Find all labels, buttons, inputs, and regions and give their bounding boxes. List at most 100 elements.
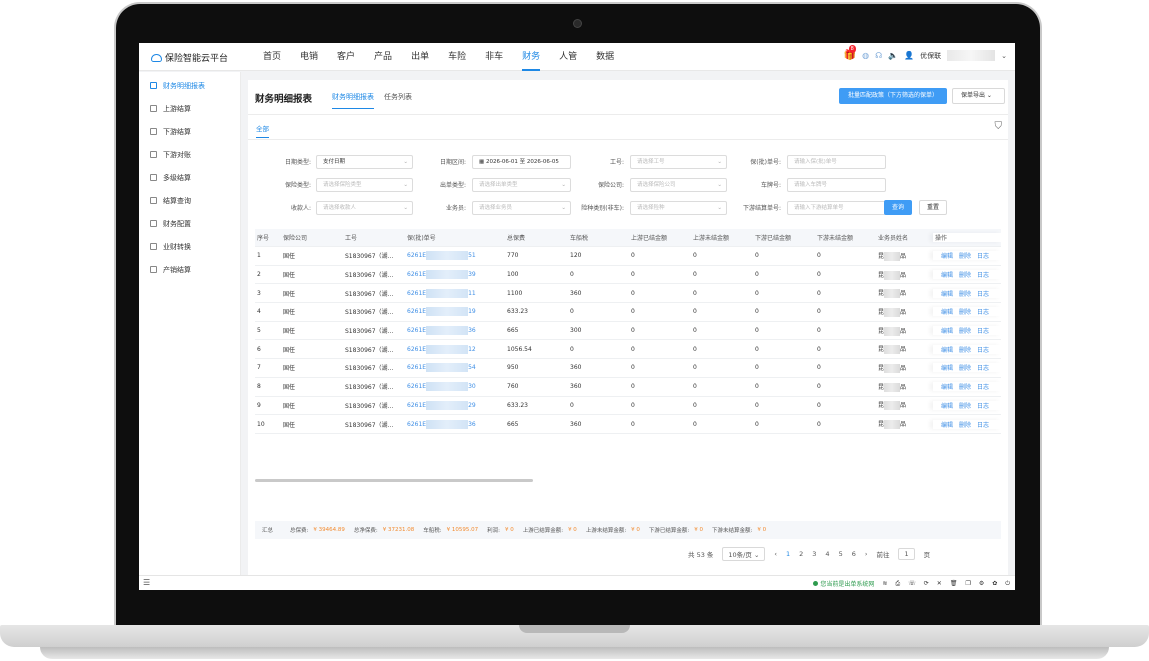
- delete-button[interactable]: 删除: [959, 328, 971, 335]
- page-number[interactable]: 3: [812, 550, 816, 558]
- edit-button[interactable]: 编辑: [941, 291, 953, 298]
- page-size-select[interactable]: 10条/页 ⌄: [722, 547, 766, 561]
- nav-item[interactable]: 财务: [522, 43, 541, 71]
- nav-item[interactable]: 数据: [596, 43, 614, 71]
- log-button[interactable]: 日志: [977, 384, 989, 391]
- globe-icon[interactable]: ◍: [862, 51, 869, 60]
- policy-prefix[interactable]: 6261E: [407, 308, 426, 315]
- ins-type-select[interactable]: 请选择保险类型 ⌄: [316, 178, 413, 192]
- sidebar-item[interactable]: 多级结算: [139, 166, 240, 189]
- headset-icon[interactable]: ☊: [875, 51, 882, 60]
- edit-button[interactable]: 编辑: [941, 328, 953, 335]
- sidebar-item[interactable]: 结算查询: [139, 189, 240, 212]
- policy-prefix[interactable]: 6261E: [407, 346, 426, 353]
- delete-button[interactable]: 删除: [959, 422, 971, 429]
- chevron-down-icon[interactable]: ⌄: [1001, 52, 1007, 60]
- policy-prefix[interactable]: 6261E: [407, 421, 426, 428]
- nav-item[interactable]: 车险: [448, 43, 466, 71]
- export-policy-button[interactable]: 保单导出 ⌄: [952, 88, 1005, 104]
- delete-button[interactable]: 删除: [959, 365, 971, 372]
- policy-suffix[interactable]: 12: [468, 346, 476, 353]
- log-button[interactable]: 日志: [977, 309, 989, 316]
- policy-input[interactable]: 请输入保(批)单号: [787, 155, 886, 169]
- edit-button[interactable]: 编辑: [941, 384, 953, 391]
- policy-suffix[interactable]: 30: [468, 383, 476, 390]
- company-select[interactable]: 请选择保险公司 ⌄: [630, 178, 727, 192]
- sidebar-item[interactable]: 下游结算: [139, 120, 240, 143]
- edit-button[interactable]: 编辑: [941, 253, 953, 260]
- refresh-icon[interactable]: ⟳: [924, 580, 929, 587]
- nav-item[interactable]: 人管: [559, 43, 577, 71]
- query-button[interactable]: 查询: [884, 200, 912, 215]
- policy-suffix[interactable]: 11: [468, 290, 476, 297]
- cell-policy[interactable]: 6261E 36: [405, 326, 505, 336]
- log-button[interactable]: 日志: [977, 328, 989, 335]
- batch-match-policy-button[interactable]: 批量匹配政策（下方筛选的保单）: [839, 88, 947, 104]
- log-button[interactable]: 日志: [977, 422, 989, 429]
- policy-suffix[interactable]: 29: [468, 402, 476, 409]
- brand[interactable]: 保险智能云平台: [151, 51, 228, 64]
- log-button[interactable]: 日志: [977, 291, 989, 298]
- log-button[interactable]: 日志: [977, 365, 989, 372]
- page-number[interactable]: 5: [839, 550, 843, 558]
- delete-button[interactable]: 删除: [959, 291, 971, 298]
- salesman-select[interactable]: 请选择业务员 ⌄: [472, 201, 571, 215]
- tab-finance-report[interactable]: 财务明细报表: [332, 92, 374, 109]
- sidebar-item[interactable]: 业财转换: [139, 235, 240, 258]
- payee-select[interactable]: 请选择收款人 ⌄: [316, 201, 413, 215]
- date-range-picker[interactable]: ▦ 2026-06-01 至 2026-06-05: [472, 155, 571, 169]
- nav-item[interactable]: 非车: [485, 43, 503, 71]
- nav-item[interactable]: 出单: [411, 43, 429, 71]
- close-icon[interactable]: ✕: [937, 580, 942, 587]
- paw-icon[interactable]: ✿: [992, 580, 997, 587]
- sidebar-item[interactable]: 财务明细报表: [139, 74, 240, 97]
- edit-button[interactable]: 编辑: [941, 347, 953, 354]
- policy-suffix[interactable]: 36: [468, 421, 476, 428]
- nav-item[interactable]: 电销: [300, 43, 318, 71]
- prev-page-icon[interactable]: ‹: [774, 550, 777, 558]
- page-number[interactable]: 1: [786, 550, 790, 558]
- phone-icon[interactable]: ☏: [908, 580, 916, 587]
- nav-item[interactable]: 产品: [374, 43, 392, 71]
- sidebar-item[interactable]: 上游结算: [139, 97, 240, 120]
- page-number[interactable]: 6: [852, 550, 856, 558]
- delete-button[interactable]: 删除: [959, 253, 971, 260]
- reset-button[interactable]: 重置: [919, 200, 947, 215]
- speaker-icon[interactable]: 🔈: [888, 51, 898, 60]
- horizontal-scrollbar[interactable]: [255, 479, 533, 482]
- log-button[interactable]: 日志: [977, 403, 989, 410]
- sidebar-item[interactable]: 财务配置: [139, 212, 240, 235]
- job-select[interactable]: 请选择工号 ⌄: [630, 155, 727, 169]
- menu-icon[interactable]: ☰: [143, 578, 150, 587]
- plate-input[interactable]: 请输入车牌号: [787, 178, 886, 192]
- policy-suffix[interactable]: 36: [468, 327, 476, 334]
- delete-button[interactable]: 删除: [959, 347, 971, 354]
- nav-item[interactable]: 首页: [263, 43, 281, 71]
- cell-policy[interactable]: 6261E 12: [405, 344, 505, 354]
- gear-icon[interactable]: ⚙: [979, 580, 984, 587]
- date-type-select[interactable]: 支付日期 ⌄: [316, 155, 413, 169]
- print-icon[interactable]: ⎙: [895, 580, 900, 588]
- gift-icon[interactable]: 🎁 8: [844, 45, 856, 61]
- cell-policy[interactable]: 6261E 11: [405, 288, 505, 298]
- policy-prefix[interactable]: 6261E: [407, 290, 426, 297]
- nav-item[interactable]: 客户: [337, 43, 355, 71]
- policy-prefix[interactable]: 6261E: [407, 402, 426, 409]
- next-page-icon[interactable]: ›: [865, 550, 868, 558]
- goto-page-input[interactable]: 1: [898, 548, 915, 560]
- cell-policy[interactable]: 6261E 39: [405, 270, 505, 280]
- policy-suffix[interactable]: 51: [468, 252, 476, 259]
- policy-suffix[interactable]: 19: [468, 308, 476, 315]
- policy-prefix[interactable]: 6261E: [407, 271, 426, 278]
- log-button[interactable]: 日志: [977, 272, 989, 279]
- policy-prefix[interactable]: 6261E: [407, 252, 426, 259]
- risk-select[interactable]: 请选择险种 ⌄: [630, 201, 727, 215]
- cell-policy[interactable]: 6261E 19: [405, 307, 505, 317]
- filter-icon[interactable]: ⛉: [995, 121, 1003, 132]
- log-button[interactable]: 日志: [977, 253, 989, 260]
- edit-button[interactable]: 编辑: [941, 272, 953, 279]
- copy-icon[interactable]: ❐: [965, 580, 970, 587]
- cell-policy[interactable]: 6261E 29: [405, 400, 505, 410]
- issue-type-select[interactable]: 请选择出单类型 ⌄: [472, 178, 571, 192]
- delete-button[interactable]: 删除: [959, 384, 971, 391]
